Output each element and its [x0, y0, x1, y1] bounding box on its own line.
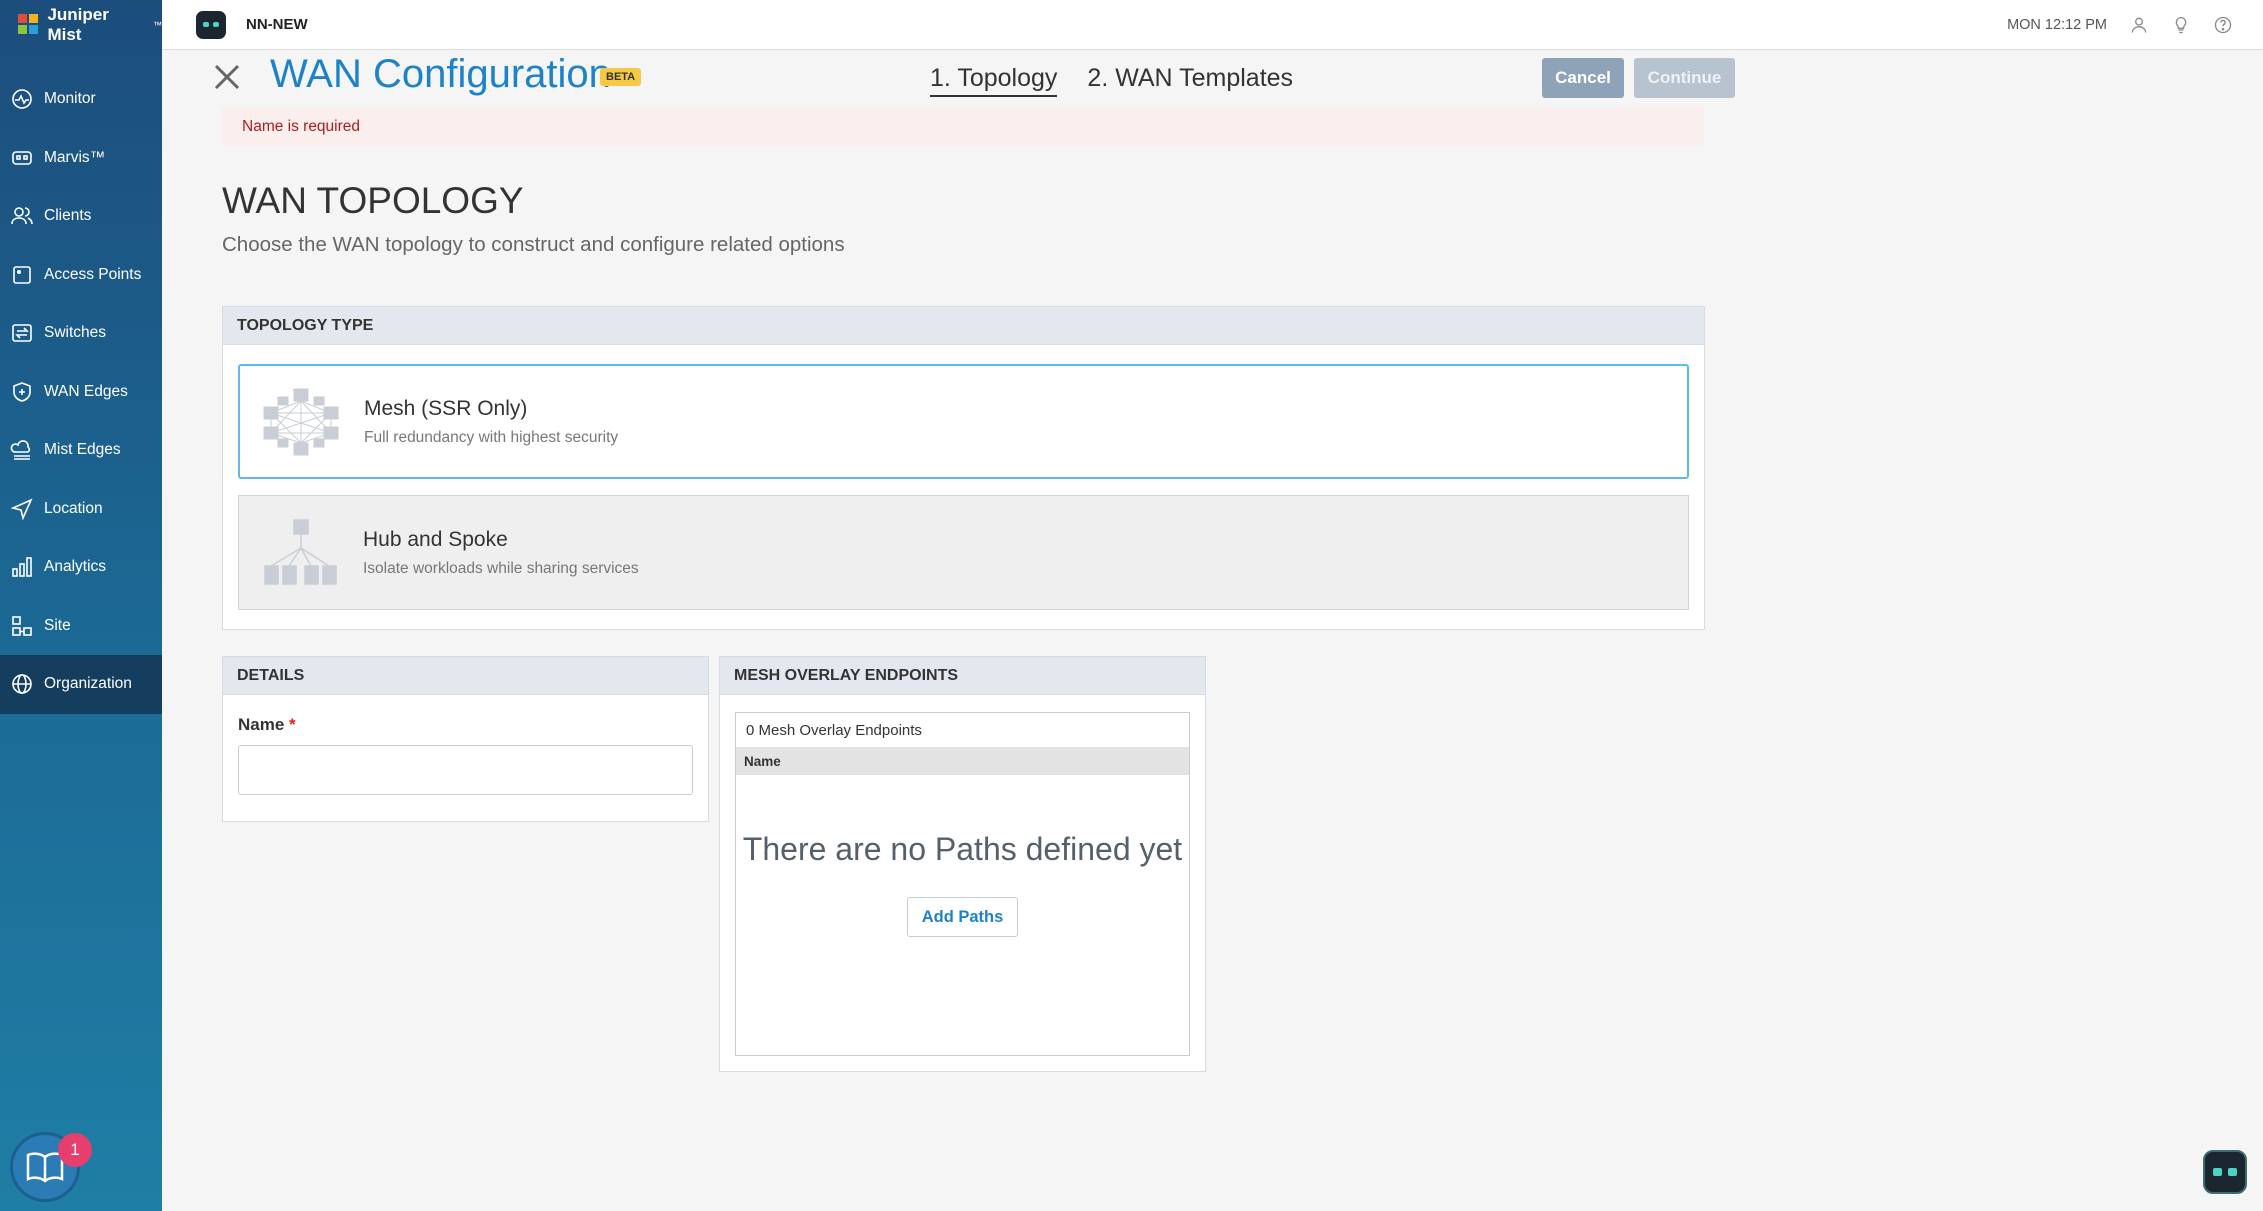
- mesh-overlay-endpoints-panel: MESH OVERLAY ENDPOINTS 0 Mesh Overlay En…: [719, 656, 1206, 1072]
- clients-icon: [11, 207, 33, 225]
- mist-edges-icon: [10, 440, 31, 461]
- empty-state-message: There are no Paths defined yet: [742, 831, 1183, 867]
- name-input[interactable]: [238, 745, 693, 795]
- switches-icon: [12, 324, 32, 343]
- user-icon[interactable]: [2129, 15, 2149, 35]
- column-header-name[interactable]: Name: [736, 747, 1189, 775]
- wan-edges-icon: [13, 381, 31, 402]
- option-description: Isolate workloads while sharing services: [363, 559, 639, 577]
- mesh-topology-icon: [263, 388, 339, 455]
- sidebar-item-label: Site: [44, 616, 71, 634]
- sidebar-item-label: Monitor: [44, 90, 96, 108]
- section-title: WAN TOPOLOGY: [222, 180, 524, 221]
- sidebar-item-access-points[interactable]: Access Points: [0, 246, 162, 305]
- site-icon: [12, 615, 32, 636]
- name-field-label: Name *: [238, 715, 708, 735]
- option-description: Full redundancy with highest security: [364, 428, 619, 446]
- org-name[interactable]: NN-NEW: [246, 16, 308, 33]
- brand-name: Juniper Mist: [47, 5, 109, 44]
- wizard-steps: 1. Topology 2. WAN Templates: [930, 64, 1293, 97]
- datetime: MON 12:12 PM: [2007, 17, 2107, 33]
- sidebar-item-marvis[interactable]: Marvis™: [0, 129, 162, 188]
- notification-badge: 1: [58, 1133, 92, 1167]
- top-bar: NN-NEW MON 12:12 PM: [162, 0, 2263, 50]
- sidebar-item-label: Clients: [44, 207, 92, 225]
- endpoints-count: 0 Mesh Overlay Endpoints: [746, 721, 922, 739]
- marvis-icon: [12, 150, 32, 165]
- juniper-logo-icon: [18, 14, 39, 36]
- required-marker: *: [289, 715, 296, 734]
- option-title: Hub and Spoke: [363, 527, 508, 551]
- sidebar-item-clients[interactable]: Clients: [0, 187, 162, 246]
- marvis-bot-icon[interactable]: [196, 10, 226, 39]
- endpoints-table: 0 Mesh Overlay Endpoints Name There are …: [735, 712, 1190, 1056]
- page-title: WAN Configuration: [270, 52, 611, 96]
- analytics-icon: [12, 557, 32, 578]
- topology-option-hub-and-spoke[interactable]: Hub and Spoke Isolate workloads while sh…: [238, 495, 1689, 610]
- marvis-assistant-button[interactable]: [2203, 1150, 2247, 1194]
- topology-option-mesh[interactable]: Mesh (SSR Only) Full redundancy with hig…: [238, 364, 1689, 479]
- panel-header: MESH OVERLAY ENDPOINTS: [720, 657, 1205, 695]
- step-topology[interactable]: 1. Topology: [930, 64, 1058, 97]
- lightbulb-icon[interactable]: [2171, 15, 2191, 35]
- location-icon: [10, 498, 33, 521]
- name-label-text: Name: [238, 715, 285, 734]
- error-banner: Name is required: [222, 108, 1704, 146]
- continue-button[interactable]: Continue: [1634, 58, 1735, 98]
- sidebar-item-label: Mist Edges: [44, 441, 121, 459]
- section-subtitle: Choose the WAN topology to construct and…: [222, 233, 845, 256]
- brand-trademark: ™: [153, 20, 162, 30]
- sidebar-item-label: Marvis™: [44, 148, 106, 166]
- monitor-icon: [12, 89, 32, 110]
- sidebar-item-label: Location: [44, 499, 103, 517]
- sidebar: Juniper Mist ™ Monitor Marvis™ Clients Ac…: [0, 0, 162, 1211]
- sidebar-item-site[interactable]: Site: [0, 597, 162, 656]
- add-paths-button[interactable]: Add Paths: [907, 897, 1018, 937]
- sidebar-item-analytics[interactable]: Analytics: [0, 538, 162, 597]
- brand-logo[interactable]: Juniper Mist ™: [0, 0, 162, 50]
- help-icon[interactable]: [2213, 15, 2233, 35]
- sidebar-item-mist-edges[interactable]: Mist Edges: [0, 421, 162, 480]
- sidebar-item-label: Analytics: [44, 558, 107, 576]
- sidebar-item-label: WAN Edges: [44, 382, 128, 400]
- access-point-icon: [13, 265, 31, 284]
- topology-type-panel: TOPOLOGY TYPE Mesh (SSR Only) Full redun…: [222, 306, 1705, 630]
- sidebar-item-location[interactable]: Location: [0, 480, 162, 539]
- step-wan-templates[interactable]: 2. WAN Templates: [1087, 64, 1293, 97]
- cancel-button[interactable]: Cancel: [1542, 58, 1624, 98]
- details-panel: DETAILS Name *: [222, 656, 709, 822]
- sidebar-item-wan-edges[interactable]: WAN Edges: [0, 363, 162, 422]
- sidebar-item-switches[interactable]: Switches: [0, 304, 162, 363]
- beta-badge: BETA: [600, 68, 642, 86]
- sidebar-item-label: Access Points: [44, 265, 142, 283]
- panel-header: TOPOLOGY TYPE: [223, 307, 1704, 345]
- organization-icon: [12, 674, 32, 695]
- hub-spoke-topology-icon: [264, 518, 337, 585]
- option-title: Mesh (SSR Only): [364, 396, 528, 420]
- sidebar-item-monitor[interactable]: Monitor: [0, 70, 162, 129]
- panel-header: DETAILS: [223, 657, 708, 695]
- sidebar-item-label: Organization: [44, 675, 132, 693]
- sidebar-item-label: Switches: [44, 324, 107, 342]
- close-icon[interactable]: [212, 62, 242, 92]
- sidebar-item-organization[interactable]: Organization: [0, 655, 162, 714]
